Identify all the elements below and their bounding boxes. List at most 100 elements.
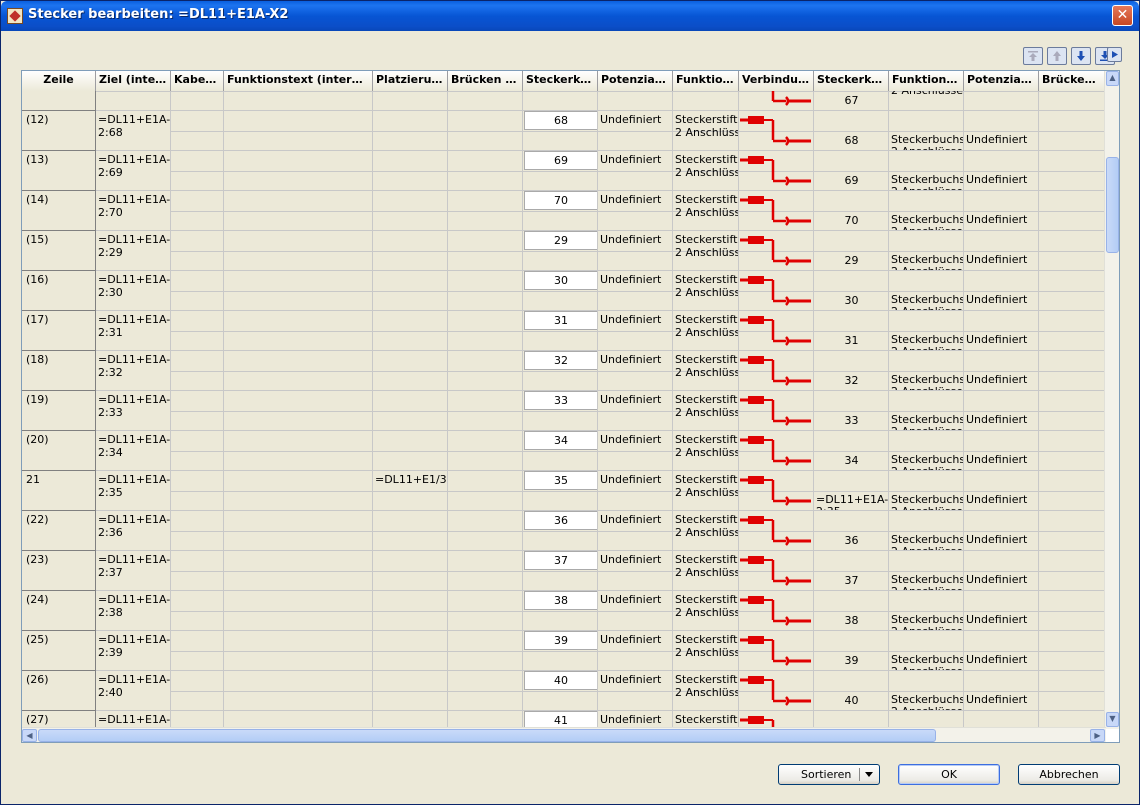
grid-cell[interactable]: 69: [814, 151, 889, 191]
grid-cell[interactable]: [224, 591, 373, 631]
grid-cell[interactable]: [373, 271, 448, 311]
grid-cell[interactable]: Undefiniert: [598, 391, 673, 431]
grid-cell[interactable]: [1039, 351, 1106, 391]
grid-cell[interactable]: Undefiniert: [964, 591, 1039, 631]
vertical-scrollbar[interactable]: ▲ ▼: [1104, 71, 1119, 729]
left-contact-number[interactable]: 30: [524, 271, 597, 290]
grid-cell[interactable]: (13): [22, 151, 96, 191]
grid-cell[interactable]: =DL11+E1A-X 2:39: [96, 631, 171, 671]
grid-cell[interactable]: [373, 671, 448, 711]
left-contact-number[interactable]: 68: [524, 111, 597, 130]
grid-cell[interactable]: [171, 151, 224, 191]
grid-cell[interactable]: =DL11+E1A-X 2:33: [96, 391, 171, 431]
grid-cell[interactable]: [224, 91, 373, 111]
grid-cell[interactable]: (22): [22, 511, 96, 551]
grid-cell[interactable]: [373, 391, 448, 431]
grid-cell[interactable]: [739, 551, 814, 591]
table-row[interactable]: (24) =DL11+E1A-X 2:38 38 Undefiniert Steckers…: [22, 591, 1106, 631]
grid-cell[interactable]: =DL11+E1A-X 2:36: [96, 511, 171, 551]
grid-cell[interactable]: Steckerbuchse2 Anschlüsse: [889, 151, 964, 191]
grid-cell[interactable]: [171, 591, 224, 631]
grid-cell[interactable]: =DL11+E1A-X 2:32: [96, 351, 171, 391]
grid-cell[interactable]: 69: [523, 151, 598, 191]
grid-cell[interactable]: Undefiniert: [964, 271, 1039, 311]
grid-cell[interactable]: 39: [523, 631, 598, 671]
sort-button[interactable]: Sortieren: [778, 764, 880, 785]
column-header[interactable]: Steckerko...: [523, 71, 598, 91]
grid-cell[interactable]: [739, 191, 814, 231]
table-row[interactable]: (22) =DL11+E1A-X 2:36 36 Undefiniert Steckers…: [22, 511, 1106, 551]
grid-cell[interactable]: [224, 311, 373, 351]
grid-cell[interactable]: [448, 511, 523, 551]
grid-cell[interactable]: [224, 111, 373, 151]
grid-cell[interactable]: [739, 151, 814, 191]
grid-cell[interactable]: Steckerbuchse2 Anschlüsse: [889, 431, 964, 471]
grid-cell[interactable]: 29: [814, 231, 889, 271]
left-contact-number[interactable]: 37: [524, 551, 597, 570]
grid-cell[interactable]: 39: [814, 631, 889, 671]
grid-cell[interactable]: [448, 551, 523, 591]
grid-cell[interactable]: [1039, 591, 1106, 631]
grid-cell[interactable]: 30: [814, 271, 889, 311]
grid-cell[interactable]: (18): [22, 351, 96, 391]
grid-cell[interactable]: [1039, 631, 1106, 671]
left-contact-number[interactable]: 70: [524, 191, 597, 210]
ok-button[interactable]: OK: [898, 764, 1000, 785]
table-row[interactable]: (25) =DL11+E1A-X 2:39 39 Undefiniert Steckers…: [22, 631, 1106, 671]
grid-cell[interactable]: (26): [22, 671, 96, 711]
grid-cell[interactable]: [1039, 431, 1106, 471]
grid-cell[interactable]: Undefiniert: [964, 631, 1039, 671]
grid-cell[interactable]: 36: [523, 511, 598, 551]
grid-cell[interactable]: 68: [523, 111, 598, 151]
grid-cell[interactable]: [739, 111, 814, 151]
grid-cell[interactable]: [448, 151, 523, 191]
grid-cell[interactable]: [171, 631, 224, 671]
grid-cell[interactable]: 34: [523, 431, 598, 471]
grid-cell[interactable]: [171, 111, 224, 151]
horizontal-scrollbar[interactable]: ◀ ▶: [22, 727, 1106, 742]
scroll-right-icon[interactable]: ▶: [1090, 729, 1105, 742]
grid-cell[interactable]: [739, 311, 814, 351]
grid-cell[interactable]: [224, 191, 373, 231]
grid-cell[interactable]: 36: [814, 511, 889, 551]
grid-cell[interactable]: =DL11+E1A-X 2:69: [96, 151, 171, 191]
left-contact-number[interactable]: 31: [524, 311, 597, 330]
left-contact-number[interactable]: 32: [524, 351, 597, 370]
grid-cell[interactable]: [224, 631, 373, 671]
grid-cell[interactable]: [171, 391, 224, 431]
grid-cell[interactable]: [448, 191, 523, 231]
grid-cell[interactable]: Undefiniert: [964, 311, 1039, 351]
column-header[interactable]: Platzierun...: [373, 71, 448, 91]
column-header[interactable]: Potenzialt...: [964, 71, 1039, 91]
grid-cell[interactable]: Steckerbuchse2 Anschlüsse: [889, 511, 964, 551]
grid-cell[interactable]: =DL11+E1A-X 2:37: [96, 551, 171, 591]
grid-cell[interactable]: [448, 591, 523, 631]
column-header[interactable]: Steckerko...: [814, 71, 889, 91]
grid-cell[interactable]: [739, 271, 814, 311]
grid-cell[interactable]: Undefiniert: [598, 591, 673, 631]
close-button[interactable]: ✕: [1112, 5, 1133, 26]
grid-cell[interactable]: Undefiniert: [598, 191, 673, 231]
scroll-up-icon[interactable]: ▲: [1106, 71, 1119, 86]
grid-cell[interactable]: 21: [22, 471, 96, 511]
grid-cell[interactable]: [739, 471, 814, 511]
grid-cell[interactable]: (17): [22, 311, 96, 351]
grid-cell[interactable]: [171, 551, 224, 591]
scroll-down-icon[interactable]: ▼: [1106, 712, 1119, 727]
grid-cell[interactable]: Undefiniert: [598, 431, 673, 471]
grid-cell[interactable]: Steckerbuchse2 Anschlüsse: [889, 351, 964, 391]
grid-cell[interactable]: [448, 231, 523, 271]
grid-cell[interactable]: Steckerstift,2 Anschlüsse: [673, 431, 739, 471]
left-contact-number[interactable]: 69: [524, 151, 597, 170]
column-header[interactable]: Funktionstext (internes ...: [224, 71, 373, 91]
grid-cell[interactable]: Undefiniert: [964, 391, 1039, 431]
grid-cell[interactable]: 70: [814, 191, 889, 231]
grid-cell[interactable]: [171, 191, 224, 231]
grid-cell[interactable]: Undefiniert: [964, 111, 1039, 151]
scroll-left-icon[interactable]: ◀: [22, 729, 37, 742]
grid-cell[interactable]: 33: [523, 391, 598, 431]
grid-cell[interactable]: =DL11+E1A-X 2:30: [96, 271, 171, 311]
column-header[interactable]: Ziel (intern): [96, 71, 171, 91]
grid-cell[interactable]: [1039, 231, 1106, 271]
grid-cell[interactable]: Undefiniert: [598, 511, 673, 551]
